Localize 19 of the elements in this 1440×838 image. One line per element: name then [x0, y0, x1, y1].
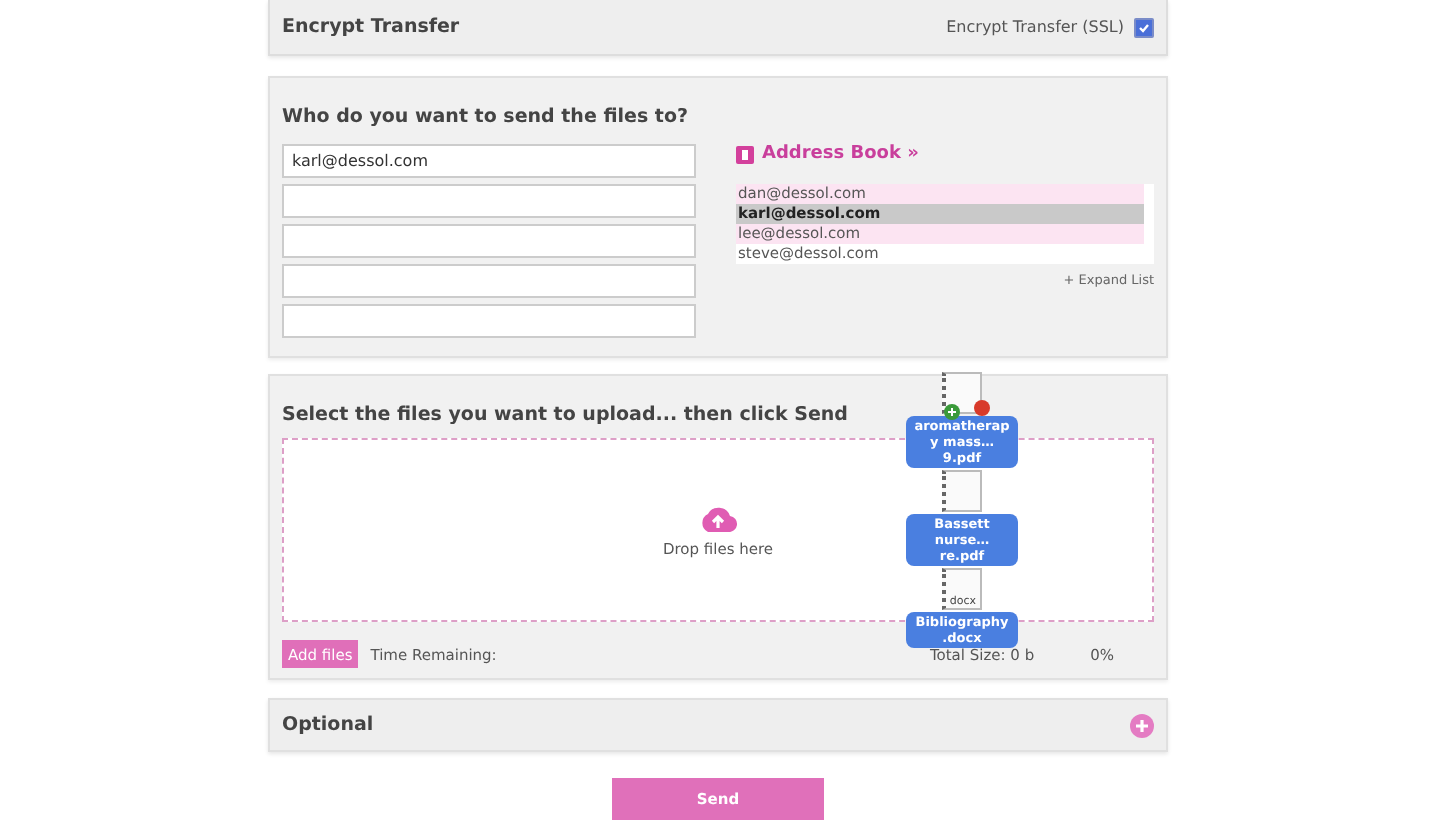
- count-badge-icon: [974, 400, 990, 416]
- section-title: Select the files you want to upload... then click Send: [282, 404, 848, 426]
- document-icon[interactable]: [942, 470, 982, 512]
- checkmark-icon: [1138, 21, 1150, 33]
- section-title: Optional: [282, 713, 374, 737]
- email-field[interactable]: [282, 224, 696, 258]
- section-title: Who do you want to send the files to?: [282, 106, 688, 128]
- address-book-link[interactable]: Address Book »: [736, 144, 919, 164]
- ssl-option-label: Encrypt Transfer (SSL): [946, 18, 1124, 36]
- cloud-upload-icon: [698, 503, 738, 531]
- section-title: Encrypt Transfer: [282, 15, 460, 39]
- ssl-checkbox[interactable]: [1134, 17, 1154, 37]
- expand-icon[interactable]: [1130, 713, 1154, 737]
- optional-header[interactable]: Optional: [268, 698, 1168, 752]
- email-field[interactable]: [282, 184, 696, 218]
- email-field[interactable]: karl@dessol.com: [282, 144, 696, 178]
- email-field[interactable]: [282, 264, 696, 298]
- address-book-icon: [736, 145, 754, 163]
- email-field[interactable]: [282, 304, 696, 338]
